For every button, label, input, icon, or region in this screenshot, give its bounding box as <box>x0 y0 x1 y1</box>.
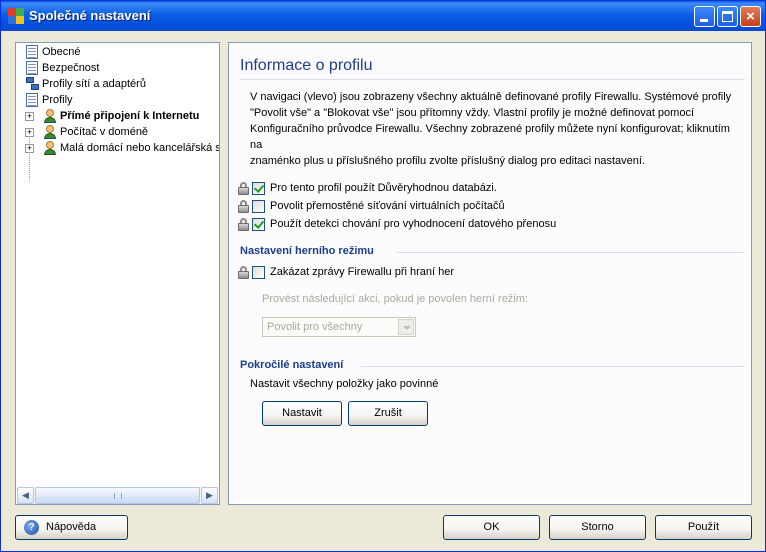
game-mode-heading: Nastavení herního režimu <box>240 245 374 257</box>
option-label: Použít detekci chování pro vyhodnocení d… <box>270 218 557 230</box>
minimize-icon <box>700 19 708 22</box>
chevron-down-icon[interactable] <box>398 319 414 335</box>
info-line: V navigaci (vlevo) jsou zobrazeny všechn… <box>250 91 732 103</box>
option-bridged-networking[interactable]: Povolit přemostěné síťování virtuálních … <box>238 199 658 215</box>
help-button[interactable]: ? Nápověda <box>15 515 128 540</box>
scroll-left-button[interactable]: ◀ <box>17 487 34 504</box>
tree-item-label: Profily <box>42 94 73 106</box>
document-icon <box>26 61 38 75</box>
network-icon <box>26 77 40 91</box>
tree-item-label: Bezpečnost <box>42 62 100 74</box>
settings-window: Společné nastavení × Obecné Bezpečnost P… <box>0 0 766 552</box>
panel-content: Informace o profilu V navigaci (vlevo) j… <box>231 45 749 502</box>
storno-button[interactable]: Storno <box>549 515 646 540</box>
close-button[interactable]: × <box>740 6 761 27</box>
tree-item-pocitac-v-domene[interactable]: + Počítač v doméně <box>25 125 219 140</box>
tree-item-profily-siti[interactable]: Profily sítí a adaptérů <box>26 77 216 92</box>
tree-item-mala-domaci[interactable]: + Malá domácí nebo kancelářská s <box>25 141 219 156</box>
info-text: V navigaci (vlevo) jsou zobrazeny všechn… <box>250 89 745 169</box>
profile-icon <box>43 125 57 140</box>
expand-icon[interactable]: + <box>25 112 34 121</box>
help-button-label: Nápověda <box>46 521 97 533</box>
profile-icon <box>43 141 57 156</box>
avg-logo-icon <box>8 8 24 24</box>
maximize-button[interactable] <box>717 6 738 27</box>
option-trusted-db[interactable]: Pro tento profil použít Důvěryhodnou dat… <box>238 181 658 197</box>
tree-item-profily[interactable]: Profily <box>26 93 216 108</box>
lock-icon[interactable] <box>238 266 249 279</box>
window-title: Společné nastavení <box>29 8 151 23</box>
navigation-tree[interactable]: Obecné Bezpečnost Profily sítí a adaptér… <box>15 42 220 505</box>
scroll-right-button[interactable]: ▶ <box>201 487 218 504</box>
info-line: Konfiguračního průvodce Firewallu. Všech… <box>250 123 730 151</box>
lock-icon[interactable] <box>238 218 249 231</box>
close-icon: × <box>746 8 755 25</box>
tree-item-label: Počítač v doméně <box>60 126 149 138</box>
horizontal-scrollbar[interactable]: ◀ ▶ <box>17 487 218 504</box>
info-line: "Povolit vše" a "Blokovat vše" jsou přít… <box>250 107 695 119</box>
maximize-icon <box>722 11 733 22</box>
game-mode-action-label: Provést následující akci, pokud je povol… <box>262 293 528 305</box>
tree-item-prime-pripojeni[interactable]: + Přímé připojení k Internetu <box>25 109 219 124</box>
tree-item-label: Profily sítí a adaptérů <box>42 78 146 90</box>
option-label: Povolit přemostěné síťování virtuálních … <box>270 200 505 212</box>
tree-item-label: Malá domácí nebo kancelářská s <box>60 142 220 154</box>
expand-icon[interactable]: + <box>25 128 34 137</box>
option-label: Zakázat zprávy Firewallu při hraní her <box>270 266 455 278</box>
expand-icon[interactable]: + <box>25 144 34 153</box>
divider <box>361 366 745 367</box>
document-icon <box>26 45 38 59</box>
advanced-settings-heading: Pokročilé nastavení <box>240 359 344 371</box>
document-icon <box>26 93 38 107</box>
help-icon: ? <box>24 520 39 535</box>
disable-game-messages-checkbox[interactable] <box>252 266 265 279</box>
set-button[interactable]: Nastavit <box>262 401 342 426</box>
minimize-button[interactable] <box>694 6 715 27</box>
tree-item-obecne[interactable]: Obecné <box>26 45 216 60</box>
lock-icon[interactable] <box>238 200 249 213</box>
grip-icon <box>114 493 122 499</box>
tree-item-label: Obecné <box>42 46 81 58</box>
cancel-button[interactable]: Zrušit <box>348 401 428 426</box>
trusted-db-checkbox[interactable] <box>252 182 265 195</box>
bridged-networking-checkbox[interactable] <box>252 200 265 213</box>
advanced-settings-description: Nastavit všechny položky jako povinné <box>250 378 439 390</box>
tree-item-label: Přímé připojení k Internetu <box>60 110 200 122</box>
option-behavior-detection[interactable]: Použít detekci chování pro vyhodnocení d… <box>238 217 658 233</box>
select-value: Povolit pro všechny <box>267 321 363 333</box>
divider <box>240 79 745 80</box>
panel-title: Informace o profilu <box>240 57 373 74</box>
lock-icon[interactable] <box>238 182 249 195</box>
ok-button[interactable]: OK <box>443 515 540 540</box>
option-label: Pro tento profil použít Důvěryhodnou dat… <box>270 182 497 194</box>
apply-button[interactable]: Použít <box>655 515 752 540</box>
divider <box>397 252 745 253</box>
game-mode-action-select[interactable]: Povolit pro všechny <box>262 317 416 337</box>
profile-icon <box>43 109 57 124</box>
info-line: znaménko plus u příslušného profilu zvol… <box>250 155 646 167</box>
scrollbar-thumb[interactable] <box>35 487 200 504</box>
behavior-detection-checkbox[interactable] <box>252 218 265 231</box>
option-disable-game-messages[interactable]: Zakázat zprávy Firewallu při hraní her <box>238 265 658 281</box>
tree-item-bezpecnost[interactable]: Bezpečnost <box>26 61 216 76</box>
title-bar[interactable]: Společné nastavení × <box>1 1 765 31</box>
profile-info-panel: Informace o profilu V navigaci (vlevo) j… <box>228 42 752 505</box>
